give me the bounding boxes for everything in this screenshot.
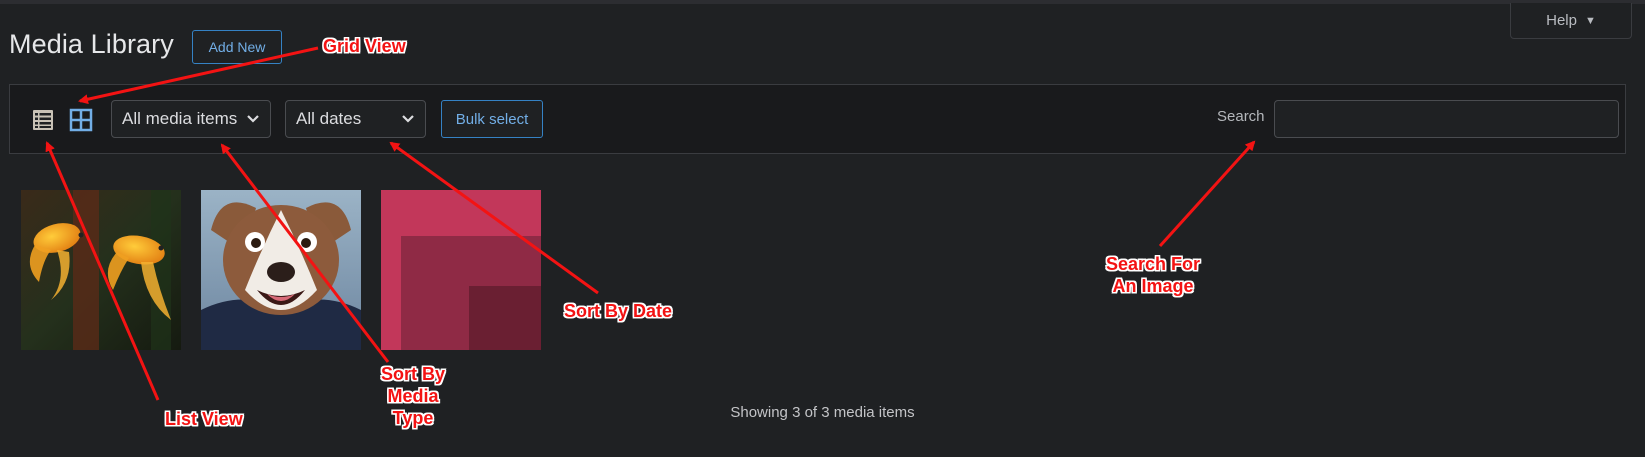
annotation-line: Sort By — [380, 364, 445, 384]
annotation-search-for-image: Search For An Image — [1093, 253, 1213, 297]
arrow-media-type — [220, 143, 390, 363]
annotation-line: Type — [392, 408, 434, 428]
arrow-grid-view — [78, 46, 319, 105]
annotation-sort-by-media-type: Sort By Media Type — [373, 363, 453, 429]
arrow-list-view — [45, 141, 160, 401]
annotation-line: Media — [387, 386, 439, 406]
annotation-sort-by-date: Sort By Date — [564, 301, 673, 321]
arrow-date — [389, 141, 599, 295]
annotation-line: An Image — [1112, 276, 1194, 296]
annotation-line: Search For — [1105, 254, 1201, 274]
arrow-search — [1158, 140, 1256, 248]
annotation-list-view: List View — [165, 409, 243, 429]
annotation-arrows — [45, 46, 1256, 401]
annotation-grid-view: Grid View — [323, 36, 406, 56]
